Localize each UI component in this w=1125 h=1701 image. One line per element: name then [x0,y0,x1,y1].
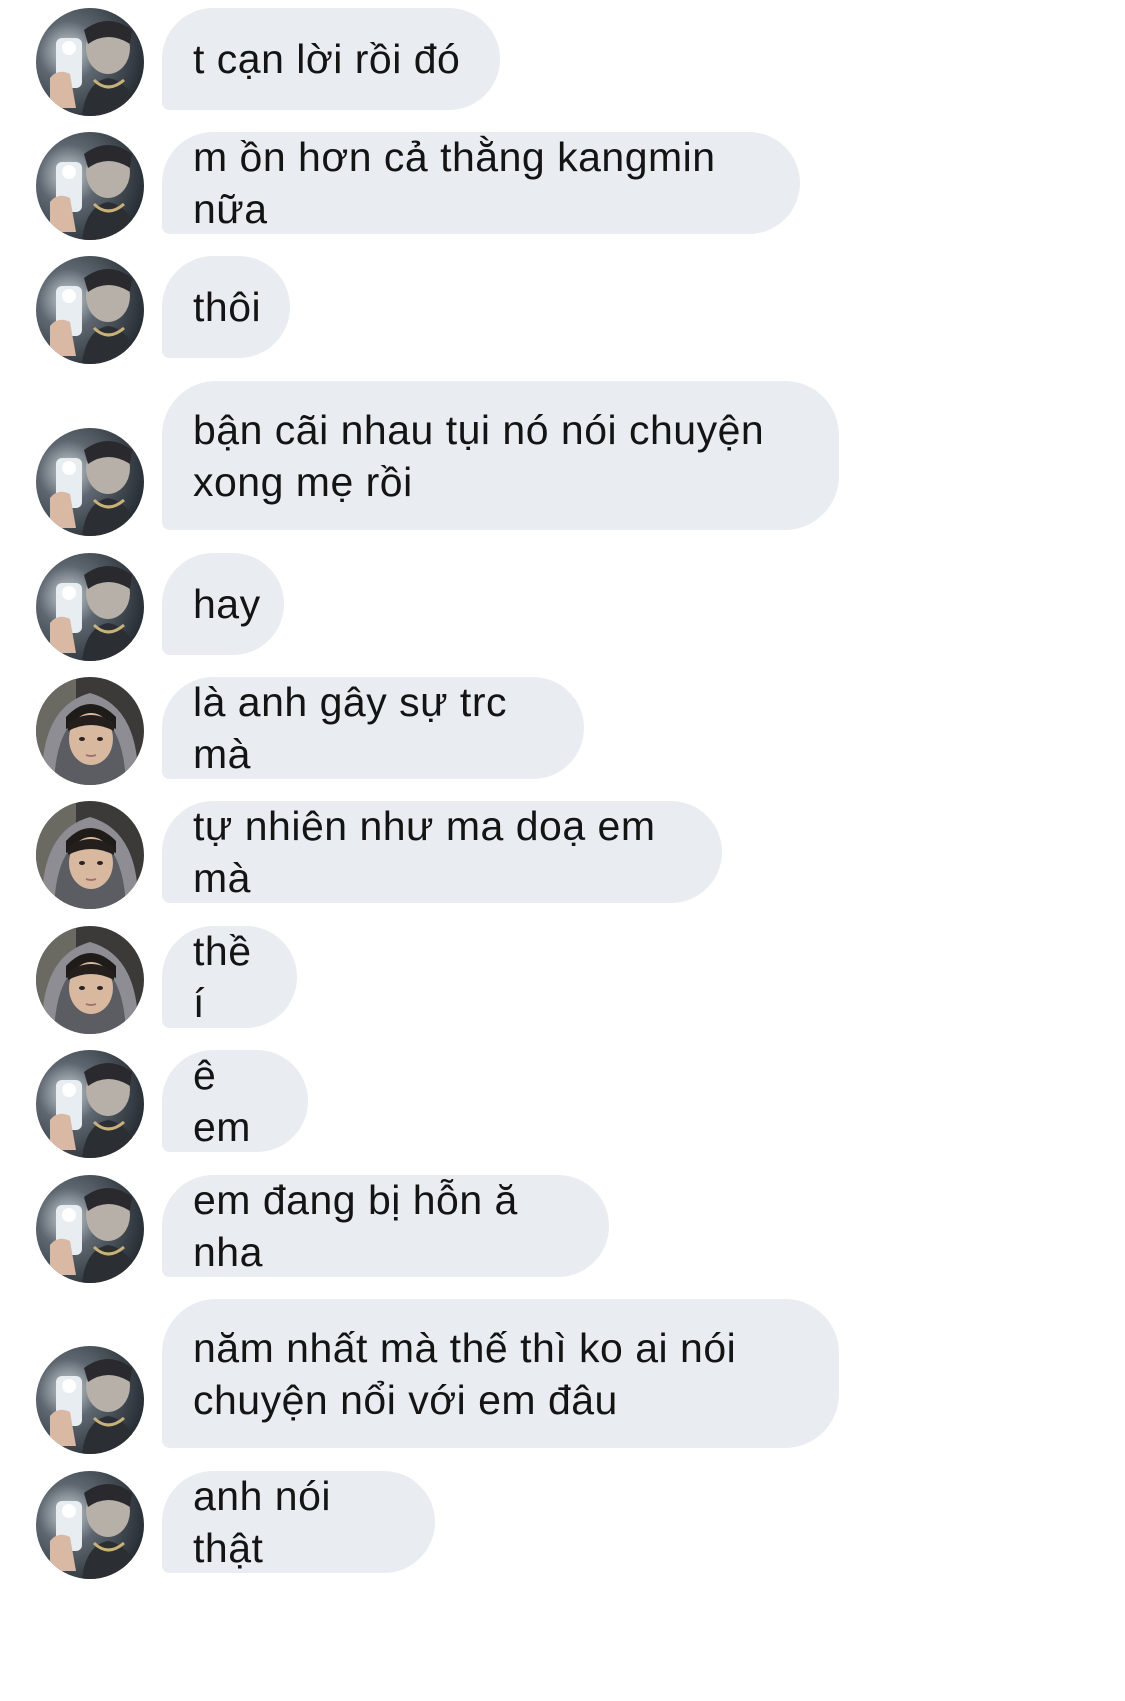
avatar-mirror-selfie-icon[interactable] [36,1050,144,1158]
message-row: là anh gây sự trc mà [0,677,1125,785]
message-bubble[interactable]: bận cãi nhau tụi nó nói chuyện xong mẹ r… [162,381,839,530]
message-row: t cạn lời rồi đó [0,8,1125,116]
message-row: anh nói thật [0,1471,1125,1579]
message-bubble[interactable]: em đang bị hỗn ă nha [162,1175,609,1277]
message-row: em đang bị hỗn ă nha [0,1175,1125,1283]
message-bubble[interactable]: tự nhiên như ma doạ em mà [162,801,722,903]
message-bubble[interactable]: ê em [162,1050,308,1152]
avatar-mirror-selfie-icon[interactable] [36,8,144,116]
message-bubble[interactable]: thôi [162,256,290,358]
message-thread[interactable]: t cạn lời rồi đó m ồn hơn cả thằng kangm… [0,0,1125,1701]
avatar-mirror-selfie-icon[interactable] [36,256,144,364]
message-row: tự nhiên như ma doạ em mà [0,801,1125,909]
message-row: bận cãi nhau tụi nó nói chuyện xong mẹ r… [0,381,1125,536]
message-bubble[interactable]: năm nhất mà thế thì ko ai nói chuyện nổi… [162,1299,839,1448]
avatar-mirror-selfie-icon[interactable] [36,132,144,240]
avatar-hooded-portrait-icon[interactable] [36,801,144,909]
message-bubble[interactable]: m ồn hơn cả thằng kangmin nữa [162,132,800,234]
message-bubble[interactable]: anh nói thật [162,1471,435,1573]
avatar-mirror-selfie-icon[interactable] [36,1346,144,1454]
message-bubble[interactable]: t cạn lời rồi đó [162,8,500,110]
message-row: thôi [0,256,1125,364]
message-row: hay [0,553,1125,661]
avatar-mirror-selfie-icon[interactable] [36,1175,144,1283]
message-row: thề í [0,926,1125,1034]
message-row: m ồn hơn cả thằng kangmin nữa [0,132,1125,240]
avatar-mirror-selfie-icon[interactable] [36,553,144,661]
avatar-hooded-portrait-icon[interactable] [36,677,144,785]
avatar-mirror-selfie-icon[interactable] [36,428,144,536]
avatar-mirror-selfie-icon[interactable] [36,1471,144,1579]
message-bubble[interactable]: là anh gây sự trc mà [162,677,584,779]
avatar-hooded-portrait-icon[interactable] [36,926,144,1034]
message-bubble[interactable]: thề í [162,926,297,1028]
message-row: ê em [0,1050,1125,1158]
message-bubble[interactable]: hay [162,553,284,655]
message-row: năm nhất mà thế thì ko ai nói chuyện nổi… [0,1299,1125,1454]
